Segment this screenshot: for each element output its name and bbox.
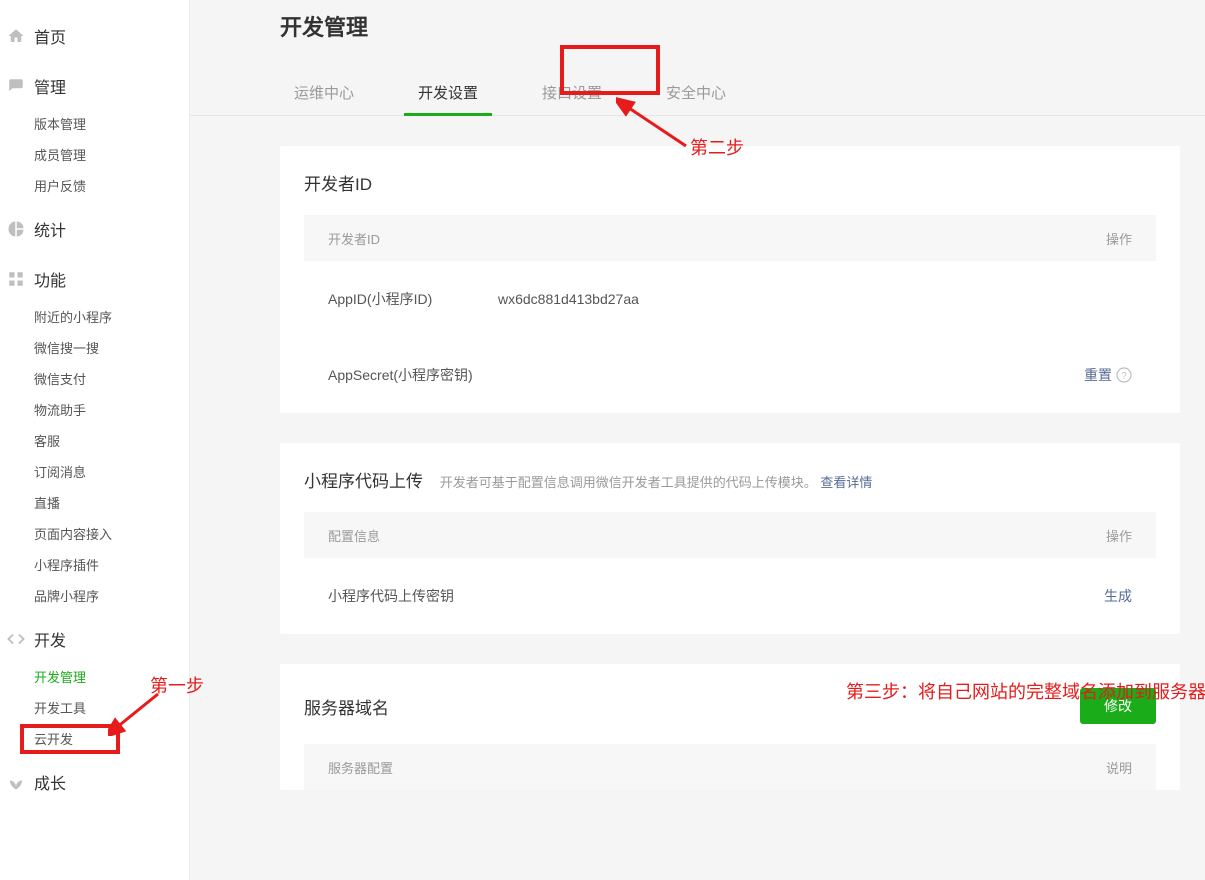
panel-developer-id: 开发者ID 开发者ID 操作 AppID(小程序ID) wx6dc881d413…	[280, 146, 1180, 413]
main-content: 开发管理 运维中心开发设置接口设置安全中心 开发者ID 开发者ID 操作 App…	[190, 0, 1205, 880]
sidebar-item-inbox[interactable]: 管理	[0, 64, 189, 108]
appid-label: AppID(小程序ID)	[328, 289, 498, 309]
sidebar-sub-item[interactable]: 订阅消息	[0, 456, 189, 487]
sidebar-item-grid[interactable]: 功能	[0, 257, 189, 301]
pie-icon	[6, 219, 26, 239]
sidebar-label: 首页	[34, 24, 66, 48]
sidebar-sub-item[interactable]: 微信支付	[0, 363, 189, 394]
svg-text:?: ?	[1121, 371, 1127, 382]
table-row: AppID(小程序ID) wx6dc881d413bd27aa	[304, 261, 1156, 337]
sidebar-item-pie[interactable]: 统计	[0, 207, 189, 251]
sidebar-label: 成长	[34, 770, 66, 794]
upload-desc-text: 开发者可基于配置信息调用微信开发者工具提供的代码上传模块。	[440, 475, 817, 490]
help-icon: ?	[1116, 367, 1132, 383]
sidebar-sub-item[interactable]: 开发工具	[0, 692, 189, 723]
sidebar-sub-item[interactable]: 品牌小程序	[0, 580, 189, 611]
home-icon	[6, 26, 26, 46]
sidebar-sub-item[interactable]: 客服	[0, 425, 189, 456]
th-left: 配置信息	[328, 526, 380, 545]
tab-安全中心[interactable]: 安全中心	[652, 72, 740, 115]
th-left: 服务器配置	[328, 758, 393, 777]
sidebar-sub-item[interactable]: 直播	[0, 487, 189, 518]
tab-接口设置[interactable]: 接口设置	[528, 72, 616, 115]
table-row: 小程序代码上传密钥 生成	[304, 558, 1156, 634]
sidebar-sub-item[interactable]: 附近的小程序	[0, 301, 189, 332]
sidebar-sub-item[interactable]: 开发管理	[0, 661, 189, 692]
panel-title-upload: 小程序代码上传 开发者可基于配置信息调用微信开发者工具提供的代码上传模块。 查看…	[304, 467, 1156, 492]
sidebar-sub-item[interactable]: 页面内容接入	[0, 518, 189, 549]
generate-link[interactable]: 生成	[1104, 586, 1132, 606]
sidebar-sub-item[interactable]: 云开发	[0, 723, 189, 754]
page-title: 开发管理	[190, 8, 1205, 52]
sidebar-sub-item[interactable]: 用户反馈	[0, 170, 189, 201]
sidebar-item-plant[interactable]: 成长	[0, 760, 189, 804]
table-header: 开发者ID 操作	[304, 215, 1156, 261]
upload-desc: 开发者可基于配置信息调用微信开发者工具提供的代码上传模块。 查看详情	[440, 475, 873, 490]
reset-link[interactable]: 重置 ?	[1084, 365, 1132, 385]
panel-title-domain: 服务器域名	[304, 694, 389, 719]
modify-button[interactable]: 修改	[1080, 688, 1156, 724]
sidebar-sub-item[interactable]: 微信搜一搜	[0, 332, 189, 363]
sidebar-label: 统计	[34, 217, 66, 241]
panel-code-upload: 小程序代码上传 开发者可基于配置信息调用微信开发者工具提供的代码上传模块。 查看…	[280, 443, 1180, 634]
sidebar: 首页管理版本管理成员管理用户反馈统计功能附近的小程序微信搜一搜微信支付物流助手客…	[0, 0, 190, 880]
sidebar-label: 开发	[34, 627, 66, 651]
sidebar-sub-item[interactable]: 物流助手	[0, 394, 189, 425]
code-icon	[6, 629, 26, 649]
panel-header-row: 服务器域名 修改	[304, 688, 1156, 724]
appid-value: wx6dc881d413bd27aa	[498, 291, 1132, 307]
grid-icon	[6, 269, 26, 289]
sidebar-sub-item[interactable]: 成员管理	[0, 139, 189, 170]
appsecret-label: AppSecret(小程序密钥)	[328, 365, 498, 385]
upload-key-label: 小程序代码上传密钥	[328, 586, 454, 606]
panel-server-domain: 服务器域名 修改 服务器配置 说明	[280, 664, 1180, 790]
panel-title-devid: 开发者ID	[304, 170, 1156, 195]
sidebar-item-home[interactable]: 首页	[0, 14, 189, 58]
table-header: 服务器配置 说明	[304, 744, 1156, 790]
reset-label: 重置	[1084, 365, 1112, 385]
th-right: 操作	[1106, 229, 1132, 248]
upload-title-text: 小程序代码上传	[304, 472, 423, 491]
table-header: 配置信息 操作	[304, 512, 1156, 558]
tabs: 运维中心开发设置接口设置安全中心	[190, 72, 1205, 116]
sidebar-sub-item[interactable]: 小程序插件	[0, 549, 189, 580]
sidebar-item-code[interactable]: 开发	[0, 617, 189, 661]
sidebar-label: 管理	[34, 74, 66, 98]
inbox-icon	[6, 76, 26, 96]
tab-开发设置[interactable]: 开发设置	[404, 72, 492, 115]
th-left: 开发者ID	[328, 229, 380, 248]
upload-detail-link[interactable]: 查看详情	[820, 475, 872, 490]
th-right: 操作	[1106, 526, 1132, 545]
th-right: 说明	[1106, 758, 1132, 777]
sidebar-sub-item[interactable]: 版本管理	[0, 108, 189, 139]
plant-icon	[6, 772, 26, 792]
sidebar-label: 功能	[34, 267, 66, 291]
tab-运维中心[interactable]: 运维中心	[280, 72, 368, 115]
table-row: AppSecret(小程序密钥) 重置 ?	[304, 337, 1156, 413]
